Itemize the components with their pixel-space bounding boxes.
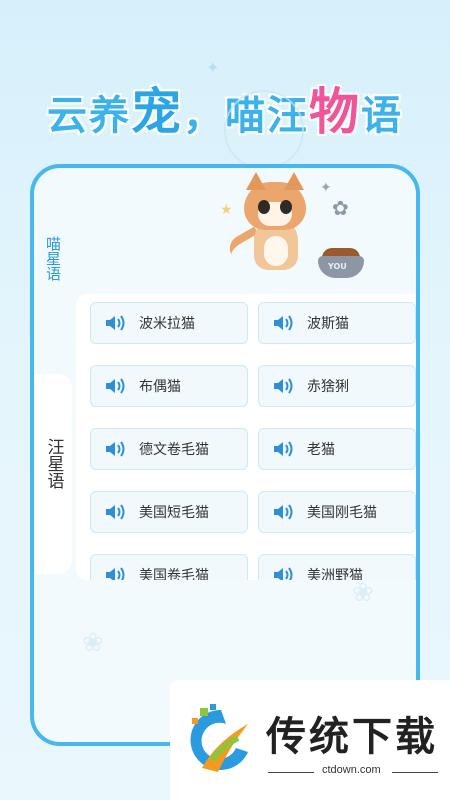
breed-label: 老猫 [307, 442, 335, 458]
ctdown-logo-icon [190, 704, 248, 772]
breed-sound-button[interactable]: 波米拉猫 [90, 302, 248, 344]
site-watermark: 传统下载 ctdown.com [170, 680, 450, 800]
watermark-title: 传统下载 [266, 714, 438, 760]
paw-icon: ❀ [352, 578, 374, 608]
speaker-icon [273, 566, 295, 580]
bowl-label: YOU [328, 262, 347, 271]
breed-label: 德文卷毛猫 [139, 442, 209, 458]
speaker-icon [273, 503, 295, 521]
sparkle-icon: ✦ [320, 180, 332, 196]
paw-icon: ❀ [82, 628, 104, 658]
cat-illustration: ★ ✦ ✿ YOU [220, 172, 370, 290]
headline-part5: 语 [361, 93, 403, 139]
tab-cat-language[interactable]: 喵星语 [40, 236, 66, 288]
headline-part4: 物 [309, 83, 361, 141]
breed-sound-button[interactable]: 波斯猫 [258, 302, 416, 344]
breed-label: 美国刚毛猫 [307, 505, 377, 521]
breed-sound-button[interactable]: 赤猞猁 [258, 365, 416, 407]
star-icon: ★ [220, 202, 233, 218]
sparkle-icon: ✦ [206, 58, 220, 77]
headline-part2: 宠 [131, 83, 183, 141]
breed-list-panel: 波米拉猫 波斯猫布偶猫 赤猞猁德文卷毛猫 老猫美国短毛猫 美国刚毛猫美国卷毛猫 美洲野猫 [76, 294, 416, 580]
tab-dog-label: 汪星语 [43, 438, 64, 489]
tab-dog-language[interactable]: 汪星语 [34, 374, 72, 574]
phone-frame: 喵星语 汪星语 ★ ✦ ✿ YOU 波米拉猫 波斯猫布偶猫 赤猞猁德文卷毛猫 老猫美国… [30, 164, 420, 746]
breed-sound-button[interactable]: 美国短毛猫 [90, 491, 248, 533]
breed-sound-button[interactable]: 德文卷毛猫 [90, 428, 248, 470]
breed-sound-button[interactable]: 老猫 [258, 428, 416, 470]
breed-sound-button[interactable]: 布偶猫 [90, 365, 248, 407]
breed-label: 美国卷毛猫 [139, 568, 209, 580]
breed-sound-button[interactable]: 美国刚毛猫 [258, 491, 416, 533]
breed-label: 美国短毛猫 [139, 505, 209, 521]
breed-label: 布偶猫 [139, 379, 181, 395]
speaker-icon [273, 440, 295, 458]
flower-icon: ✿ [332, 196, 349, 220]
breed-sound-button[interactable]: 美洲野猫 [258, 554, 416, 580]
watermark-url: ctdown.com [322, 764, 381, 776]
tab-cat-label: 喵星语 [44, 236, 62, 281]
headline-part1: 云养 [47, 93, 131, 139]
breed-sound-button[interactable]: 美国卷毛猫 [90, 554, 248, 580]
breed-label: 波米拉猫 [139, 316, 195, 332]
speaker-icon [105, 377, 127, 395]
speaker-icon [273, 377, 295, 395]
yarn-ball-decoration [224, 90, 304, 170]
breed-label: 波斯猫 [307, 316, 349, 332]
speaker-icon [273, 314, 295, 332]
speaker-icon [105, 314, 127, 332]
content-area: ★ ✦ ✿ YOU 波米拉猫 波斯猫布偶猫 赤猞猁德文卷毛猫 老猫美国短毛猫 美国刚毛猫… [72, 168, 416, 742]
speaker-icon [105, 503, 127, 521]
speaker-icon [105, 440, 127, 458]
breed-label: 赤猞猁 [307, 379, 349, 395]
speaker-icon [105, 566, 127, 580]
